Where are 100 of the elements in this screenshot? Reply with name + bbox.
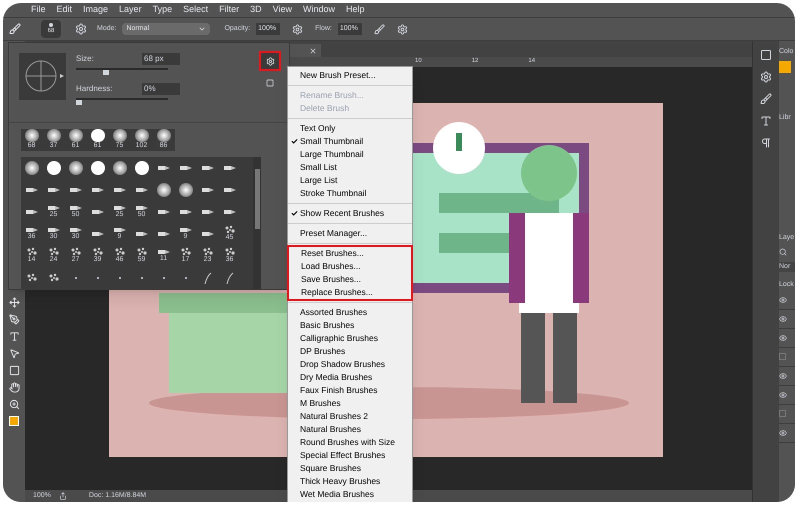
menu-option[interactable]: DP Brushes (288, 345, 412, 358)
splatter-brush-icon (26, 273, 38, 282)
caret-icon (198, 25, 206, 33)
visibility-icon[interactable] (779, 296, 787, 304)
hand-tool-icon[interactable] (8, 382, 20, 393)
airbrush-icon[interactable] (374, 24, 385, 34)
visibility-toggle[interactable] (779, 410, 786, 417)
menu-option[interactable]: Thick Heavy Brushes (288, 475, 412, 488)
brush-tip-icon (70, 204, 82, 210)
slider-thumb[interactable] (103, 70, 110, 75)
export-icon[interactable] (58, 492, 67, 500)
menu-option[interactable]: Basic Brushes (288, 319, 412, 332)
brush-tip-icon (114, 204, 126, 210)
menu-option[interactable]: Small Thumbnail (288, 135, 412, 148)
hardness-slider[interactable] (76, 97, 168, 105)
size-label: Size: (76, 53, 92, 65)
foreground-color-swatch[interactable] (9, 416, 19, 426)
settings-button[interactable] (261, 53, 279, 69)
menu-item[interactable]: Help (346, 3, 364, 17)
brush-tip-icon (224, 208, 236, 214)
menu-item[interactable]: Type (152, 3, 172, 17)
visibility-icon[interactable] (779, 314, 787, 322)
menu-option[interactable]: Wet Media Brushes (288, 488, 412, 501)
character-panel-icon[interactable] (760, 115, 772, 127)
visibility-icon[interactable] (779, 390, 787, 398)
type-tool-icon[interactable] (8, 331, 20, 342)
size-slider[interactable] (76, 67, 168, 75)
menu-option[interactable]: Dry Media Brushes (288, 371, 412, 384)
zoom-tool-icon[interactable] (8, 399, 20, 410)
soft-brush-icon (68, 160, 82, 174)
paragraph-panel-icon[interactable] (760, 137, 772, 149)
brush-tip-icon (202, 230, 214, 236)
soft-brush-icon (24, 160, 38, 174)
menu-option[interactable]: Load Brushes... (289, 260, 411, 273)
visibility-toggle[interactable] (779, 353, 786, 360)
soft-brush-icon (46, 129, 60, 142)
menu-option[interactable]: M Brushes (288, 397, 412, 410)
splatter-brush-icon (136, 247, 148, 256)
brush-tip-icon (136, 204, 148, 210)
splatter-brush-icon (92, 247, 104, 256)
menu-option[interactable]: Calligraphic Brushes (288, 332, 412, 345)
menu-option[interactable]: Natural Brushes (288, 423, 412, 436)
soft-brush-icon (24, 129, 38, 142)
menu-option[interactable]: Natural Brushes 2 (288, 410, 412, 423)
pen-tool-icon[interactable] (8, 314, 20, 325)
soft-brush-icon (156, 129, 170, 142)
brush-tip-icon (92, 186, 104, 192)
brush-tip-icon (92, 230, 104, 236)
menu-option[interactable]: New Brush Preset... (288, 69, 412, 82)
soft-brush-icon (156, 182, 170, 196)
splatter-brush-icon (114, 247, 126, 256)
size-field[interactable]: 68 px (142, 53, 180, 65)
menu-option[interactable]: Save Brushes... (289, 273, 411, 286)
menu-option[interactable]: Show Recent Brushes (288, 207, 412, 220)
menu-option[interactable]: Text Only (288, 122, 412, 135)
menu-item[interactable]: Layer (119, 3, 142, 17)
menu-option[interactable]: Large List (288, 174, 412, 187)
visibility-icon[interactable] (779, 428, 787, 436)
splatter-brush-icon (180, 247, 192, 256)
menu-item[interactable]: Select (183, 3, 208, 17)
menu-item[interactable]: File (31, 3, 46, 17)
menu-option[interactable]: Round Brushes with Size (288, 436, 412, 449)
brush-angle-drawing[interactable] (19, 53, 66, 100)
brush-tool-icon[interactable] (9, 23, 21, 35)
menu-option[interactable]: Stroke Thumbnail (288, 187, 412, 200)
hardness-field[interactable]: 0% (142, 83, 180, 95)
check-icon (291, 138, 298, 145)
menu-option[interactable]: Small List (288, 161, 412, 174)
hard-brush-icon (134, 160, 148, 174)
brush-tip-icon (202, 186, 214, 192)
menu-item[interactable]: Image (83, 3, 108, 17)
menu-item[interactable]: View (272, 3, 292, 17)
slider-thumb[interactable] (76, 100, 82, 105)
search-icon[interactable] (779, 248, 787, 256)
brush-tip-icon (224, 186, 236, 192)
menu-item[interactable]: Edit (56, 3, 72, 17)
menu-item[interactable]: 3D (250, 3, 262, 17)
menu-item[interactable]: Window (302, 3, 335, 17)
menu-item[interactable]: Filter (219, 3, 240, 17)
menu-option[interactable]: Large Thumbnail (288, 148, 412, 161)
menu-option[interactable]: Replace Brushes... (289, 286, 411, 299)
close-icon[interactable] (309, 46, 317, 54)
menu-option[interactable]: Faux Finish Brushes (288, 384, 412, 397)
menu-option[interactable]: Reset Brushes... (289, 247, 411, 260)
brush-tip-icon (158, 208, 170, 214)
menu-option[interactable]: Square Brushes (288, 462, 412, 475)
menu-option[interactable]: Drop Shadow Brushes (288, 358, 412, 371)
color-swatch[interactable] (779, 60, 791, 72)
scrollbar[interactable] (253, 157, 261, 289)
menu-option[interactable]: Preset Manager... (288, 227, 412, 240)
pointer-tool-icon[interactable] (8, 348, 20, 359)
menu-option[interactable]: Special Effect Brushes (288, 449, 412, 462)
visibility-icon[interactable] (779, 372, 787, 380)
menu-option[interactable]: Assorted Brushes (288, 306, 412, 319)
rectangle-tool-icon[interactable] (8, 365, 20, 376)
splatter-brush-icon (224, 247, 236, 256)
brush-tip-icon (48, 226, 60, 232)
visibility-icon[interactable] (779, 334, 787, 342)
brush-tip-icon (158, 230, 170, 236)
move-tool-icon[interactable] (8, 297, 20, 308)
